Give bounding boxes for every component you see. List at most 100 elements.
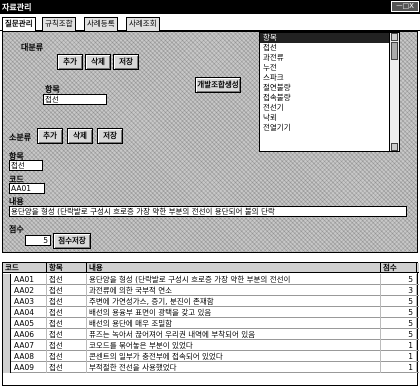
row-selector[interactable] [3,362,11,373]
listbox-header: 항목 [260,33,389,43]
table-cell[interactable]: 5 [381,307,417,318]
table-cell[interactable]: 5 [381,329,417,340]
tab-case-query[interactable]: 사례조회 [126,17,160,31]
content-field[interactable]: 용단양을 형성 (단락발로 구성시 흐로증 가장 약한 부분의 전선이 용단되어… [9,206,407,217]
table-cell[interactable]: AA03 [12,296,47,307]
table-cell[interactable]: AA07 [12,340,47,351]
list-item[interactable]: 전열기기 [260,123,389,133]
tab-case-register[interactable]: 사례등록 [84,17,118,31]
listbox-scrollbar[interactable] [390,32,400,152]
grid-header-code[interactable]: 코드 [3,263,47,273]
list-item[interactable]: 접선 [260,43,389,53]
table-cell[interactable]: 접선 [47,307,87,318]
row-selector[interactable] [3,285,11,296]
table-cell[interactable]: 1 [381,351,417,362]
table-cell[interactable]: 접선 [47,329,87,340]
list-item[interactable]: 접속불량 [260,93,389,103]
table-cell[interactable]: 접선 [47,318,87,329]
table-row[interactable]: AA03 접선 주변에 가연성가스, 증기, 분진이 존재함 5 [3,296,419,307]
row-selector[interactable] [3,274,11,285]
table-cell[interactable]: AA09 [12,362,47,373]
window-title: 자료관리 [2,3,32,12]
table-cell[interactable]: 배선의 용융부 표면이 광택을 갖고 있음 [87,307,381,318]
grid-header-score[interactable]: 점수 [381,263,417,273]
table-cell[interactable]: 3 [381,285,417,296]
table-cell[interactable]: 1 [381,340,417,351]
table-cell[interactable]: AA08 [12,351,47,362]
table-cell[interactable]: 5 [381,318,417,329]
minor-save-button[interactable]: 저장 [97,128,123,144]
row-selector[interactable] [3,296,11,307]
table-row[interactable]: AA02 접선 과전류에 의한 국부적 연소 3 [3,285,419,296]
minor-add-button[interactable]: 추가 [37,128,63,144]
row-selector[interactable] [3,351,11,362]
table-cell[interactable]: 5 [381,274,417,285]
table-cell[interactable]: 1 [381,362,417,373]
tab-bar: 질문관리 규칙조합 사례등록 사례조회 [0,15,420,32]
list-item[interactable]: 과전류 [260,53,389,63]
table-cell[interactable]: AA06 [12,329,47,340]
table-cell[interactable]: 과전류에 의한 국부적 연소 [87,285,381,296]
score-save-button[interactable]: 점수저장 [53,233,91,249]
table-cell[interactable]: 용단양을 형성 (단락발로 구성시 흐로증 가장 약한 부분의 전선이 [87,274,381,285]
table-row[interactable]: AA06 접선 퓨즈는 녹아서 끊어져어 우리권 내역에 부착되어 있음 5 [3,329,419,340]
table-row[interactable]: AA05 접선 배선의 용단에 매우 조밀함 5 [3,318,419,329]
major-add-button[interactable]: 추가 [57,54,83,70]
tab-rule-combo[interactable]: 규칙조합 [42,17,76,31]
tab-question-manage[interactable]: 질문관리 [2,17,36,32]
table-cell[interactable]: 접선 [47,362,87,373]
table-cell[interactable]: 접선 [47,340,87,351]
table-cell[interactable]: AA04 [12,307,47,318]
major-category-label: 대분류 [21,43,44,52]
table-cell[interactable]: 접선 [47,296,87,307]
table-cell[interactable]: 콘센트의 일부가 충전부에 접속되어 있었다 [87,351,381,362]
table-row[interactable]: AA07 접선 코오드를 묶어놓은 부분이 있었다 1 [3,340,419,351]
row-selector[interactable] [3,318,11,329]
table-cell[interactable]: AA02 [12,285,47,296]
list-item[interactable]: 절연불량 [260,83,389,93]
row-selector[interactable] [3,329,11,340]
list-item[interactable]: 낙뢰 [260,113,389,123]
table-cell[interactable]: 배선의 용단에 매우 조밀함 [87,318,381,329]
score-field[interactable]: 5 [25,235,51,246]
list-item[interactable]: 스파크 [260,73,389,83]
combo-generate-button[interactable]: 개발조합생성 [195,77,241,93]
row-selector[interactable] [3,340,11,351]
title-bar: 자료관리 ㅡ□X [0,0,420,14]
row-selector[interactable] [3,307,11,318]
table-cell[interactable]: 5 [381,296,417,307]
list-item[interactable]: 누전 [260,63,389,73]
scroll-thumb[interactable] [391,42,398,60]
table-cell[interactable]: 접선 [47,285,87,296]
table-cell[interactable]: 코오드를 묶어놓은 부분이 있었다 [87,340,381,351]
window-controls[interactable]: ㅡ□X [391,1,419,12]
table-row[interactable]: AA01 접선 용단양을 형성 (단락발로 구성시 흐로증 가장 약한 부분의 전선… [3,274,419,285]
case-grid: 코드 항목 내용 점수 AA01 접선 용단양을 형성 (단락발로 구성시 흐로증 … [2,262,419,386]
table-cell[interactable]: 접선 [47,274,87,285]
table-row[interactable]: AA04 접선 배선의 용융부 표면이 광택을 갖고 있음 5 [3,307,419,318]
table-cell[interactable]: 퓨즈는 녹아서 끊어져어 우리권 내역에 부착되어 있음 [87,329,381,340]
edit-panel: 대분류 추가 삭제 저장 항목 접선 개발조합생성 소분류 추가 삭제 저장 항… [2,31,418,253]
score-label: 점수 [9,225,24,234]
minor-delete-button[interactable]: 삭제 [67,128,93,144]
table-cell[interactable]: 부적절한 전선을 사용했었다 [87,362,381,373]
major-delete-button[interactable]: 삭제 [85,54,111,70]
table-cell[interactable]: 주변에 가연성가스, 증기, 분진이 존재함 [87,296,381,307]
code-field[interactable]: AA01 [9,183,45,194]
table-cell[interactable]: 접선 [47,351,87,362]
main-window: 자료관리 ㅡ□X 질문관리 규칙조합 사례등록 사례조회 대분류 추가 삭제 저… [0,0,420,386]
scroll-down-icon[interactable] [391,143,398,151]
table-cell[interactable]: AA05 [12,318,47,329]
grid-header-content[interactable]: 내용 [87,263,381,273]
item-listbox[interactable]: 항목 접선 과전류 누전 스파크 절연불량 접속불량 전선기 낙뢰 전열기기 [259,32,390,152]
table-row[interactable]: AA09 접선 부적절한 전선을 사용했었다 1 [3,362,419,373]
table-cell[interactable]: AA01 [12,274,47,285]
item-field[interactable]: 접선 [9,160,43,171]
table-row[interactable]: AA08 접선 콘센트의 일부가 충전부에 접속되어 있었다 1 [3,351,419,362]
grid-header-item[interactable]: 항목 [47,263,87,273]
major-save-button[interactable]: 저장 [113,54,139,70]
list-item[interactable]: 전선기 [260,103,389,113]
scroll-up-icon[interactable] [391,33,398,41]
minor-category-label: 소분류 [9,133,32,142]
major-item-field[interactable]: 접선 [43,94,107,105]
